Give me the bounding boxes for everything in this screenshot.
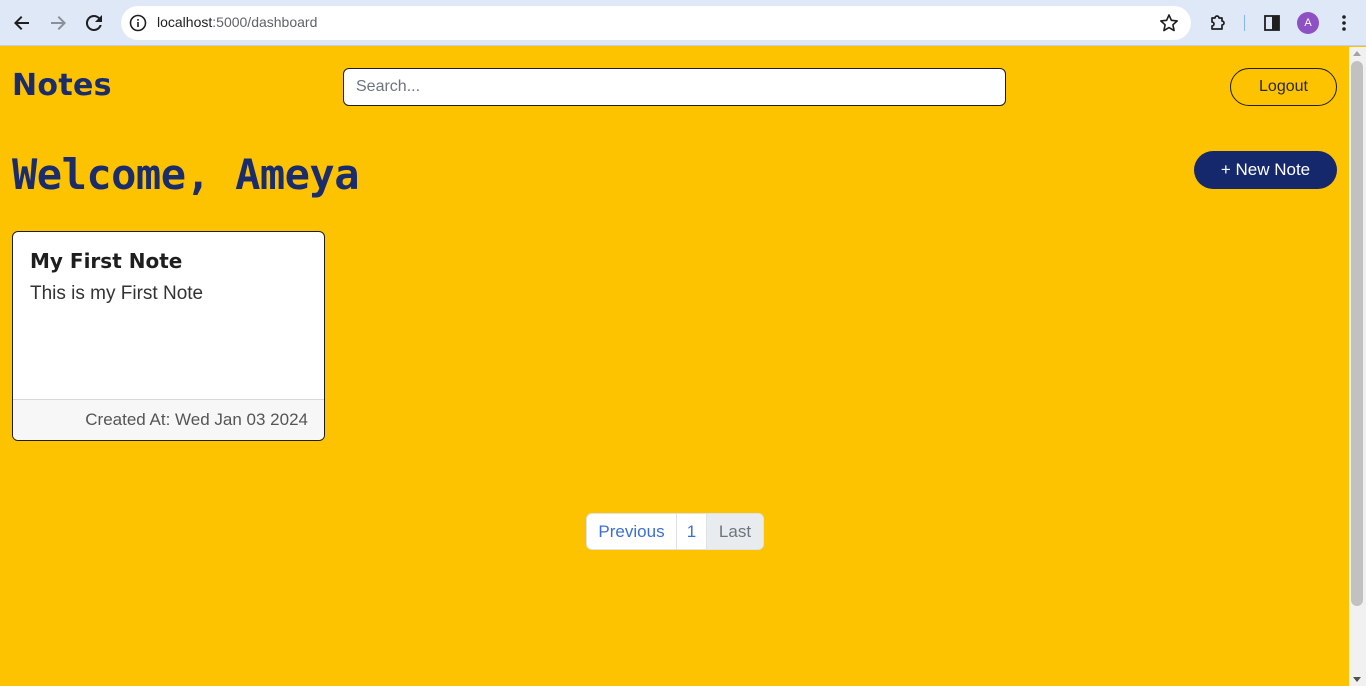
pagination-last[interactable]: Last bbox=[707, 514, 763, 549]
vertical-scrollbar[interactable] bbox=[1349, 47, 1366, 686]
side-panel-icon bbox=[1264, 15, 1280, 31]
scroll-thumb[interactable] bbox=[1351, 61, 1363, 606]
profile-avatar[interactable]: A bbox=[1297, 12, 1319, 34]
scroll-down-arrow[interactable] bbox=[1353, 677, 1361, 682]
welcome-heading: Welcome, Ameya bbox=[12, 150, 360, 199]
browser-toolbar: localhost:5000/dashboard A bbox=[0, 0, 1366, 46]
forward-button[interactable] bbox=[43, 8, 73, 38]
reload-button[interactable] bbox=[79, 8, 109, 38]
back-arrow-icon bbox=[14, 16, 29, 30]
search-input[interactable] bbox=[343, 68, 1006, 106]
url-path: :5000/dashboard bbox=[212, 14, 318, 30]
url-host: localhost bbox=[157, 14, 213, 30]
extensions-icon bbox=[1211, 15, 1225, 30]
forward-arrow-icon bbox=[51, 16, 66, 30]
more-vert-icon bbox=[1342, 15, 1346, 31]
pagination-page-1[interactable]: 1 bbox=[677, 514, 707, 549]
side-panel-button[interactable] bbox=[1260, 11, 1284, 35]
toolbar-separator bbox=[1244, 15, 1245, 31]
scroll-up-arrow[interactable] bbox=[1353, 51, 1361, 56]
new-note-button[interactable]: + New Note bbox=[1194, 151, 1337, 189]
pagination: Previous 1 Last bbox=[586, 513, 764, 550]
note-created-at: Created At: Wed Jan 03 2024 bbox=[13, 399, 324, 440]
note-title: My First Note bbox=[30, 249, 183, 273]
url-text: localhost:5000/dashboard bbox=[157, 14, 317, 30]
pagination-previous[interactable]: Previous bbox=[587, 514, 677, 549]
back-button[interactable] bbox=[7, 8, 37, 38]
address-bar[interactable]: localhost:5000/dashboard bbox=[121, 6, 1191, 40]
info-icon[interactable] bbox=[129, 14, 147, 32]
star-icon[interactable] bbox=[1159, 13, 1179, 33]
note-card[interactable]: My First Note This is my First Note Crea… bbox=[12, 231, 325, 441]
page-viewport: Notes Logout Welcome, Ameya + New Note M… bbox=[0, 47, 1349, 686]
extensions-button[interactable] bbox=[1206, 11, 1230, 35]
brand-logo[interactable]: Notes bbox=[12, 68, 112, 103]
reload-icon bbox=[85, 14, 102, 31]
logout-button[interactable]: Logout bbox=[1230, 68, 1337, 106]
note-body: This is my First Note bbox=[30, 283, 204, 304]
browser-menu-button[interactable] bbox=[1332, 11, 1356, 35]
